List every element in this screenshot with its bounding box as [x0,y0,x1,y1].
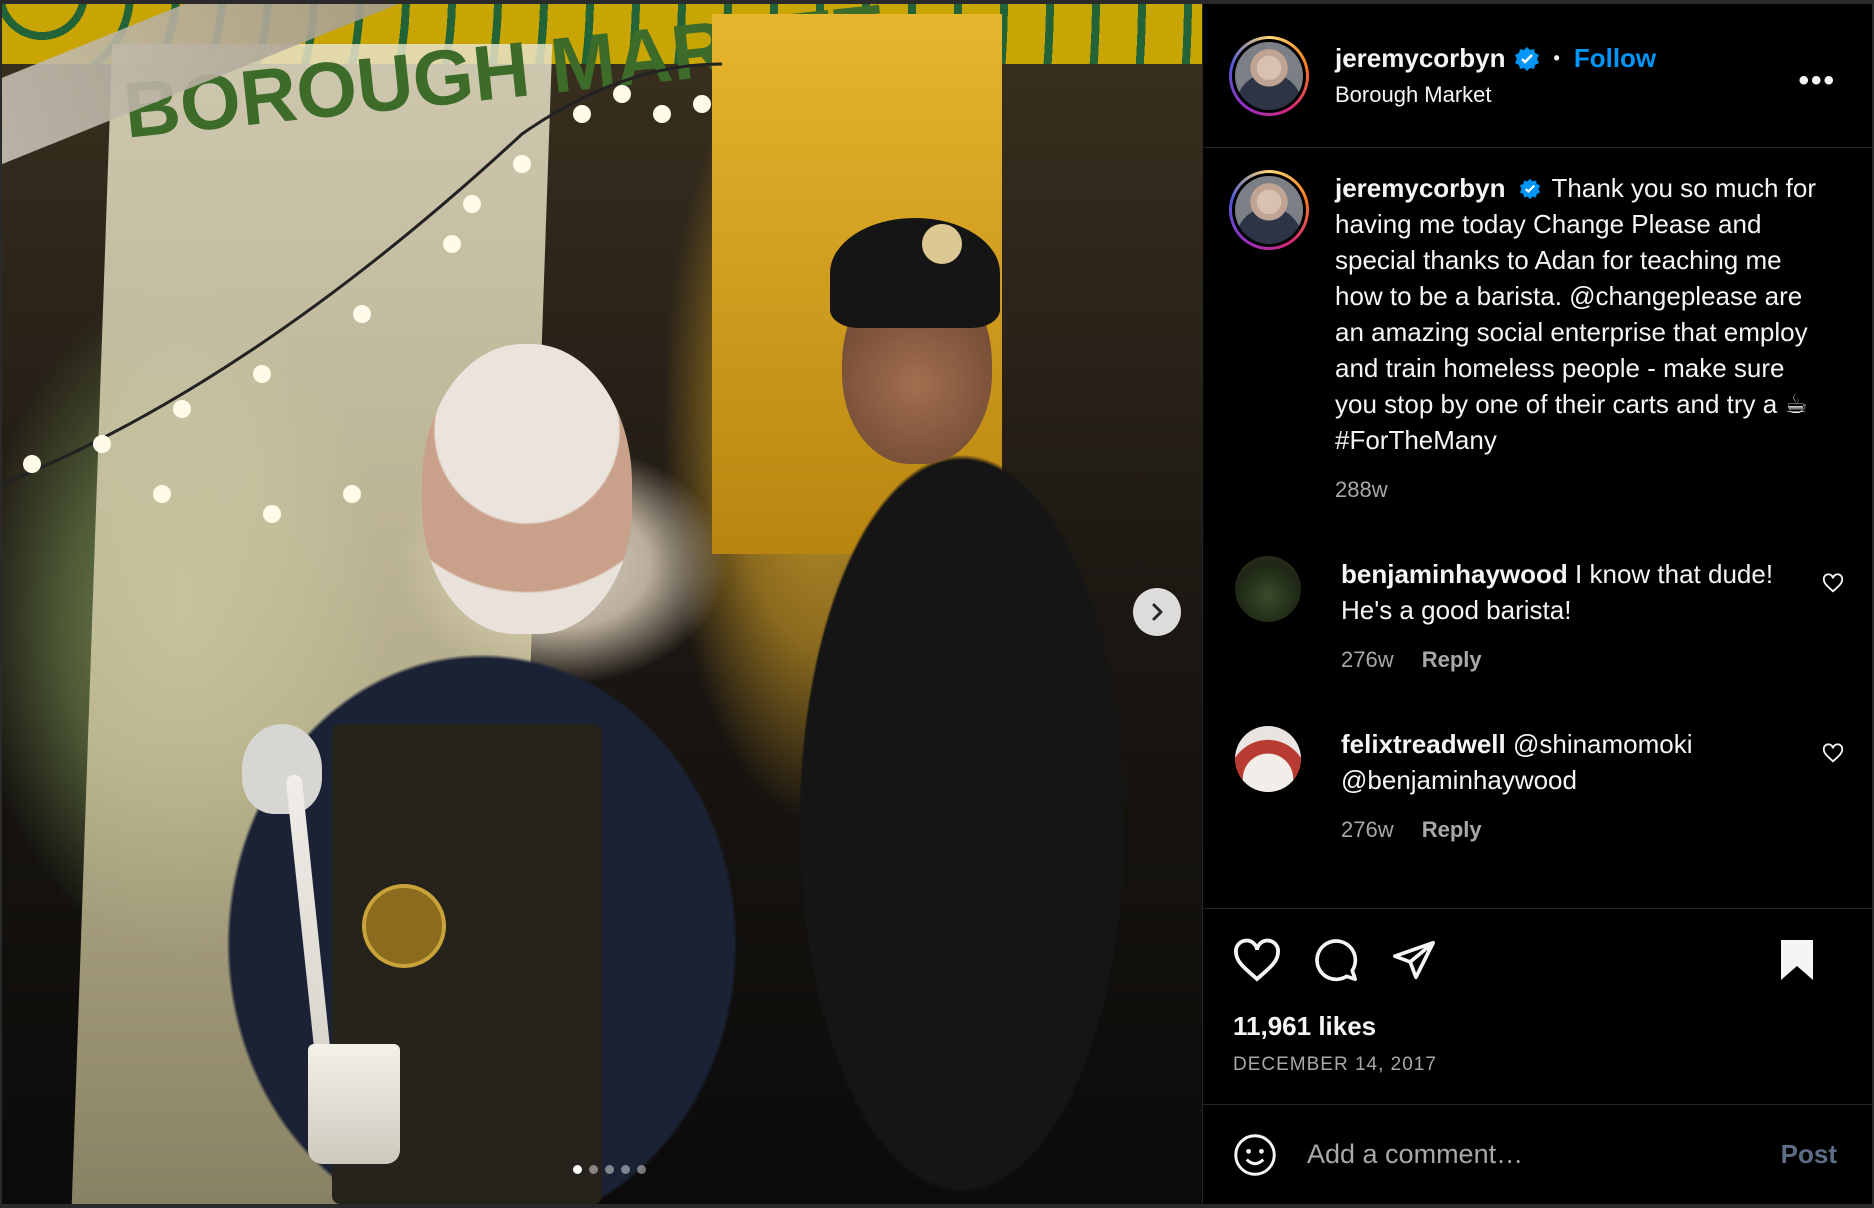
post-side-panel: jeremycorbyn • Follow Borough Market •••… [1202,4,1873,1204]
commenter-username[interactable]: benjaminhaywood [1341,559,1568,589]
post-comment-button[interactable]: Post [1781,1139,1837,1170]
location-link[interactable]: Borough Market [1335,82,1656,108]
carousel-dot [573,1165,582,1174]
emoji-icon[interactable] [1233,1133,1277,1177]
comment-item: felixtreadwell @shinamomoki @benjaminhay… [1229,726,1872,848]
verified-badge-icon [1519,178,1541,200]
string-lights [2,62,962,523]
reply-button[interactable]: Reply [1422,817,1482,842]
verified-badge-icon [1514,46,1540,72]
author-username[interactable]: jeremycorbyn [1335,43,1506,74]
comment-item: benjaminhaywood I know that dude! He's a… [1229,556,1872,678]
instagram-post-modal: BOROUGH MARKET jeremycorbyn • Follow Bor… [2,4,1873,1204]
comments-list[interactable]: jeremycorbyn Thank you so much for havin… [1203,148,1872,908]
bookmark-icon[interactable] [1777,938,1817,982]
separator-dot: • [1553,48,1560,68]
share-icon[interactable] [1391,937,1437,983]
comment-age: 276w [1341,647,1394,672]
next-photo-button[interactable] [1133,588,1181,636]
caption-text: Thank you so much for having me today Ch… [1335,173,1816,455]
post-header: jeremycorbyn • Follow Borough Market ••• [1203,4,1872,148]
comment-icon[interactable] [1313,937,1359,983]
like-comment-heart-icon[interactable] [1822,572,1844,599]
post-date[interactable]: DECEMBER 14, 2017 [1233,1054,1847,1076]
comment-composer: Post [1203,1104,1873,1204]
commenter-avatar[interactable] [1235,726,1301,792]
author-avatar[interactable] [1229,35,1309,116]
carousel-dot [589,1165,598,1174]
caption-avatar[interactable] [1229,170,1309,250]
likes-count[interactable]: 11,961 likes [1233,1011,1847,1042]
caption-username[interactable]: jeremycorbyn [1335,173,1506,203]
post-photo[interactable]: BOROUGH MARKET [2,4,1202,1204]
chevron-right-icon [1152,603,1163,621]
like-comment-heart-icon[interactable] [1822,742,1844,769]
follow-button[interactable]: Follow [1574,43,1656,74]
post-caption: jeremycorbyn Thank you so much for havin… [1229,170,1872,508]
post-actions: 11,961 likes DECEMBER 14, 2017 [1203,908,1873,1104]
comment-age: 276w [1341,817,1394,842]
carousel-dot [621,1165,630,1174]
commenter-avatar[interactable] [1235,556,1301,622]
carousel-dot [605,1165,614,1174]
carousel-indicator [17,1165,1202,1174]
heart-icon[interactable] [1233,938,1281,982]
commenter-username[interactable]: felixtreadwell [1341,729,1506,759]
more-options-icon[interactable]: ••• [1798,64,1836,98]
comment-input[interactable] [1307,1139,1781,1170]
carousel-dot [637,1165,646,1174]
caption-age: 288w [1335,477,1388,502]
reply-button[interactable]: Reply [1422,647,1482,672]
